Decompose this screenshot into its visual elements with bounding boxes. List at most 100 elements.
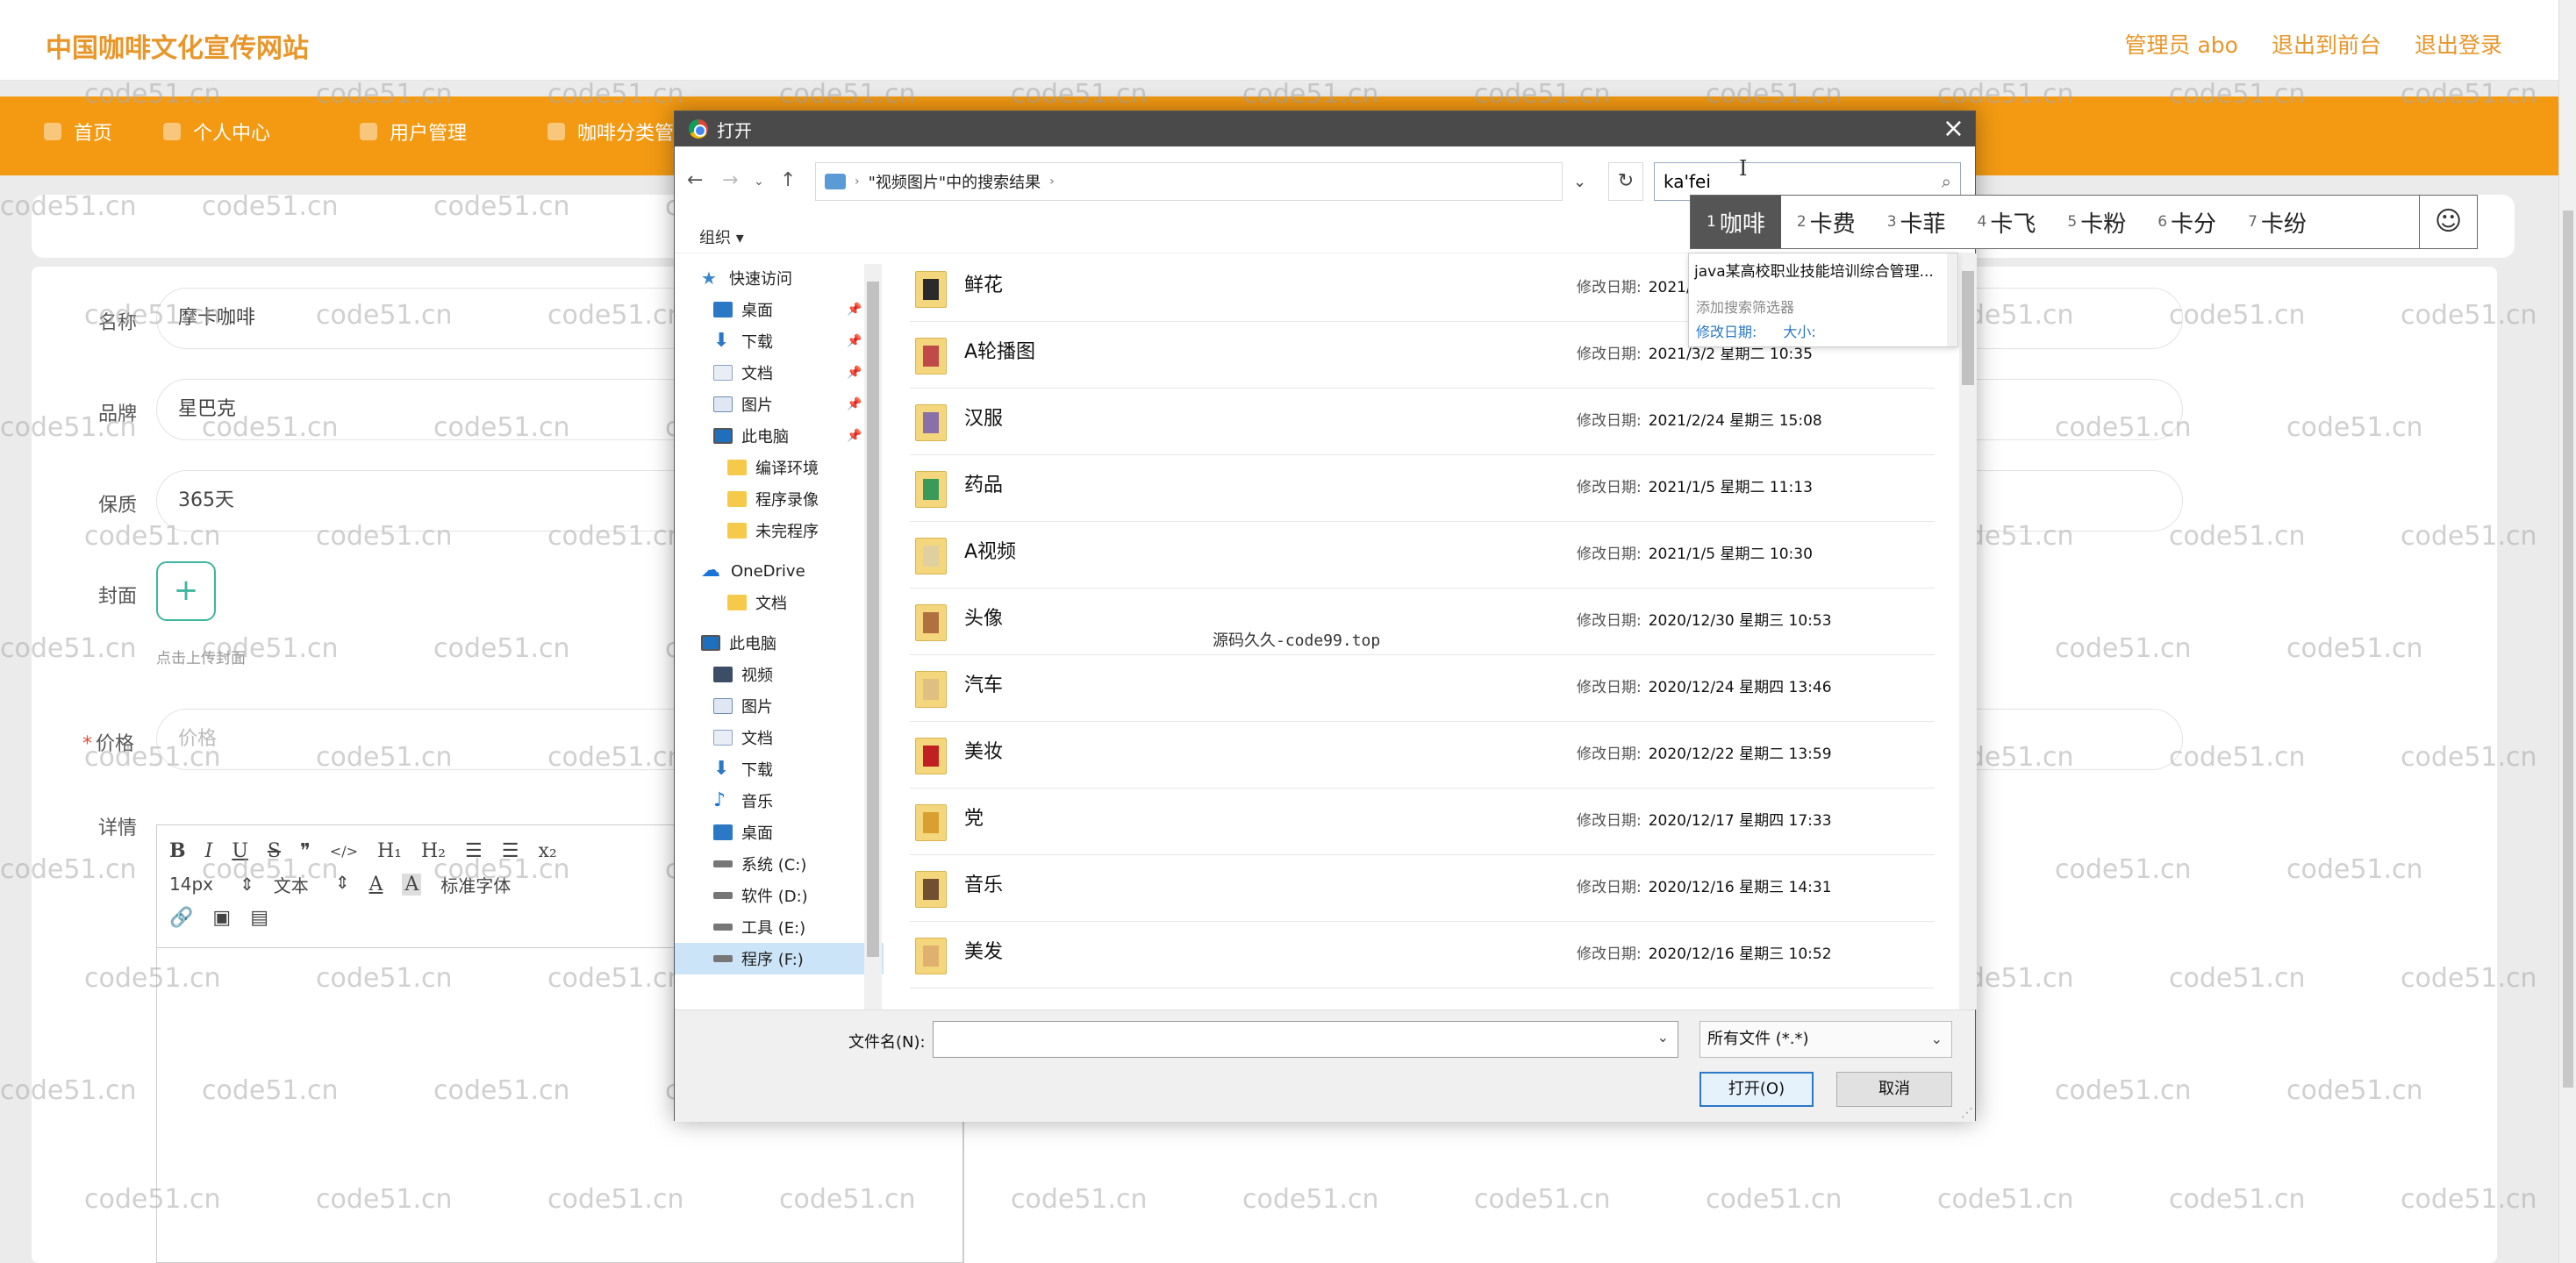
nav-pane-item[interactable]: ★ 快速访问	[701, 262, 792, 294]
cover-label: 封面	[98, 586, 138, 608]
nav-item-home[interactable]: 首页	[44, 118, 112, 146]
font-family-select[interactable]: 标准字体	[440, 872, 511, 897]
file-type-select[interactable]: 所有文件 (*.*) ⌄	[1699, 1021, 1952, 1058]
admin-user-link[interactable]: 管理员 abo	[2125, 28, 2238, 60]
nav-pane-item-label: 下载	[741, 761, 773, 780]
pin-icon: 📌	[847, 303, 862, 317]
open-button[interactable]: 打开(O)	[1699, 1072, 1814, 1107]
nav-pane-item[interactable]: 此电脑	[701, 627, 776, 659]
nav-pane-item[interactable]: 编译环境	[727, 452, 819, 483]
filename-input[interactable]: ⌄	[933, 1021, 1678, 1058]
refresh-icon[interactable]: ↻	[1608, 162, 1643, 201]
file-list-item[interactable]: 美妆 修改日期: 2020/12/22 星期二 13:59	[910, 722, 1935, 788]
close-icon[interactable]: ×	[1943, 115, 1964, 143]
filter-date[interactable]: 修改日期:	[1696, 320, 1757, 341]
h1-button[interactable]: H₁	[377, 840, 402, 862]
resize-grip-icon[interactable]: ⋰	[1961, 1106, 1973, 1120]
file-date: 修改日期: 2021/2/24 星期三 15:08	[1577, 408, 1822, 430]
logout-link[interactable]: 退出登录	[2415, 28, 2502, 60]
address-bar[interactable]: › "视频图片"中的搜索结果 ›	[815, 162, 1563, 201]
nav-pane-item[interactable]: 此电脑 📌	[713, 420, 862, 452]
nav-pane-item[interactable]: ☁ OneDrive	[701, 555, 805, 587]
nav-pane-item[interactable]: 软件 (D:)	[713, 880, 808, 911]
image-icon[interactable]: ▣	[212, 907, 231, 929]
bullet-list-button[interactable]: ☰	[502, 840, 519, 862]
nav-pane-item[interactable]: 桌面 📌	[713, 294, 862, 325]
nav-pane-item[interactable]: 系统 (C:)	[713, 848, 806, 880]
page-scrollbar[interactable]	[2558, 0, 2576, 1263]
back-icon[interactable]: ←	[687, 169, 703, 191]
background-color-icon[interactable]: A	[402, 873, 422, 896]
ime-candidate[interactable]: 4 卡飞	[1962, 196, 2052, 248]
file-scroll-thumb[interactable]	[1962, 271, 1974, 385]
nav-pane-item[interactable]: ⬇ 下载	[713, 753, 773, 785]
nav-pane-item[interactable]: 桌面	[713, 817, 773, 848]
ime-candidate[interactable]: 5 卡粉	[2051, 196, 2142, 248]
file-list-item[interactable]: A视频 修改日期: 2021/1/5 星期二 10:30	[910, 522, 1935, 589]
file-name: 汉服	[964, 408, 1004, 430]
ime-candidate[interactable]: 2 卡费	[1781, 196, 1871, 248]
file-date-value: 2020/12/22 星期二 13:59	[1648, 746, 1832, 763]
video-icon[interactable]: ▤	[250, 907, 268, 929]
file-list-item[interactable]: 药品 修改日期: 2021/1/5 星期二 11:13	[910, 455, 1935, 522]
nav-pane-item[interactable]: ♪ 音乐	[713, 785, 773, 817]
nav-pane-item[interactable]: 图片	[713, 690, 773, 722]
subscript-button[interactable]: x₂	[538, 840, 556, 862]
nav-pane-scrollbar[interactable]	[864, 264, 882, 1010]
ordered-list-button[interactable]: ☰	[465, 840, 483, 862]
pin-icon: 📌	[847, 397, 862, 411]
nav-item-users[interactable]: 用户管理	[360, 118, 467, 146]
ime-candidate[interactable]: 3 卡菲	[1871, 196, 1962, 248]
nav-pane-item[interactable]: 图片 📌	[713, 389, 862, 420]
strike-button[interactable]: S	[268, 840, 281, 862]
file-list-item[interactable]: 音乐 修改日期: 2020/12/16 星期三 14:31	[910, 855, 1935, 922]
nav-pane-item[interactable]: ⬇ 下载 📌	[713, 325, 862, 357]
cover-upload-button[interactable]: +	[156, 561, 216, 621]
nav-pane-item[interactable]: 文档	[727, 587, 787, 618]
organize-button[interactable]: 组织 ▾	[699, 225, 744, 248]
font-color-icon[interactable]: A	[369, 874, 383, 896]
nav-pane-item[interactable]: 文档	[713, 722, 773, 753]
suggestions-scrollbar[interactable]	[1947, 253, 1957, 346]
suggestion-item[interactable]: java某高校职业技能培训综合管理...	[1694, 259, 1949, 281]
nav-pane-item[interactable]: 视频	[713, 659, 773, 690]
underline-button[interactable]: U	[232, 840, 248, 862]
recent-dropdown-icon[interactable]: ⌄	[754, 175, 764, 189]
link-icon[interactable]: 🔗	[169, 907, 193, 929]
file-list-item[interactable]: 头像 修改日期: 2020/12/30 星期三 10:53	[910, 589, 1935, 655]
nav-pane-item[interactable]: 程序录像	[727, 483, 819, 515]
cancel-button[interactable]: 取消	[1836, 1072, 1952, 1107]
nav-pane-item[interactable]: 未完程序	[727, 515, 819, 546]
file-list-item[interactable]: 党 修改日期: 2020/12/17 星期四 17:33	[910, 788, 1935, 855]
italic-button[interactable]: I	[205, 840, 213, 862]
nav-pane-item[interactable]: 程序 (F:)	[675, 943, 884, 974]
nav-item-category[interactable]: 咖啡分类管	[547, 118, 674, 146]
ime-candidate[interactable]: 6 卡分	[2142, 196, 2232, 248]
forward-icon[interactable]: →	[722, 169, 738, 191]
exit-to-front-link[interactable]: 退出到前台	[2272, 28, 2381, 60]
file-list-item[interactable]: 汉服 修改日期: 2021/2/24 星期三 15:08	[910, 389, 1935, 455]
file-list-item[interactable]: 汽车 修改日期: 2020/12/24 星期四 13:46	[910, 655, 1935, 722]
up-icon[interactable]: ↑	[780, 169, 796, 191]
file-date-value: 2020/12/17 星期四 17:33	[1648, 812, 1832, 830]
file-list-item[interactable]: 美发 修改日期: 2020/12/16 星期三 10:52	[910, 922, 1935, 988]
file-list-scrollbar[interactable]	[1959, 253, 1977, 1010]
quote-button[interactable]: ❞	[300, 840, 311, 862]
nav-scroll-thumb[interactable]	[867, 282, 879, 957]
filter-size[interactable]: 大小:	[1783, 320, 1815, 341]
bold-button[interactable]: B	[169, 839, 186, 862]
nav-pane-item[interactable]: 文档 📌	[713, 357, 862, 389]
ime-candidate[interactable]: 1 咖啡	[1691, 196, 1781, 248]
emoji-icon[interactable]: ☺	[2419, 196, 2477, 248]
nav-item-profile[interactable]: 个人中心	[163, 118, 270, 146]
code-button[interactable]: </>	[330, 843, 358, 860]
address-dropdown-icon[interactable]: ⌄	[1573, 173, 1586, 191]
font-size-select[interactable]: 14px ⇕	[169, 874, 254, 895]
page-scroll-thumb[interactable]	[2563, 210, 2573, 1088]
nav-pane-item[interactable]: 工具 (E:)	[713, 911, 805, 943]
chevron-down-icon[interactable]: ⌄	[1657, 1029, 1669, 1045]
text-type-select[interactable]: 文本 ⇕	[274, 872, 350, 897]
ime-candidate[interactable]: 7 卡纷	[2232, 196, 2322, 248]
file-name: 汽车	[964, 674, 1004, 696]
h2-button[interactable]: H₂	[421, 840, 446, 862]
